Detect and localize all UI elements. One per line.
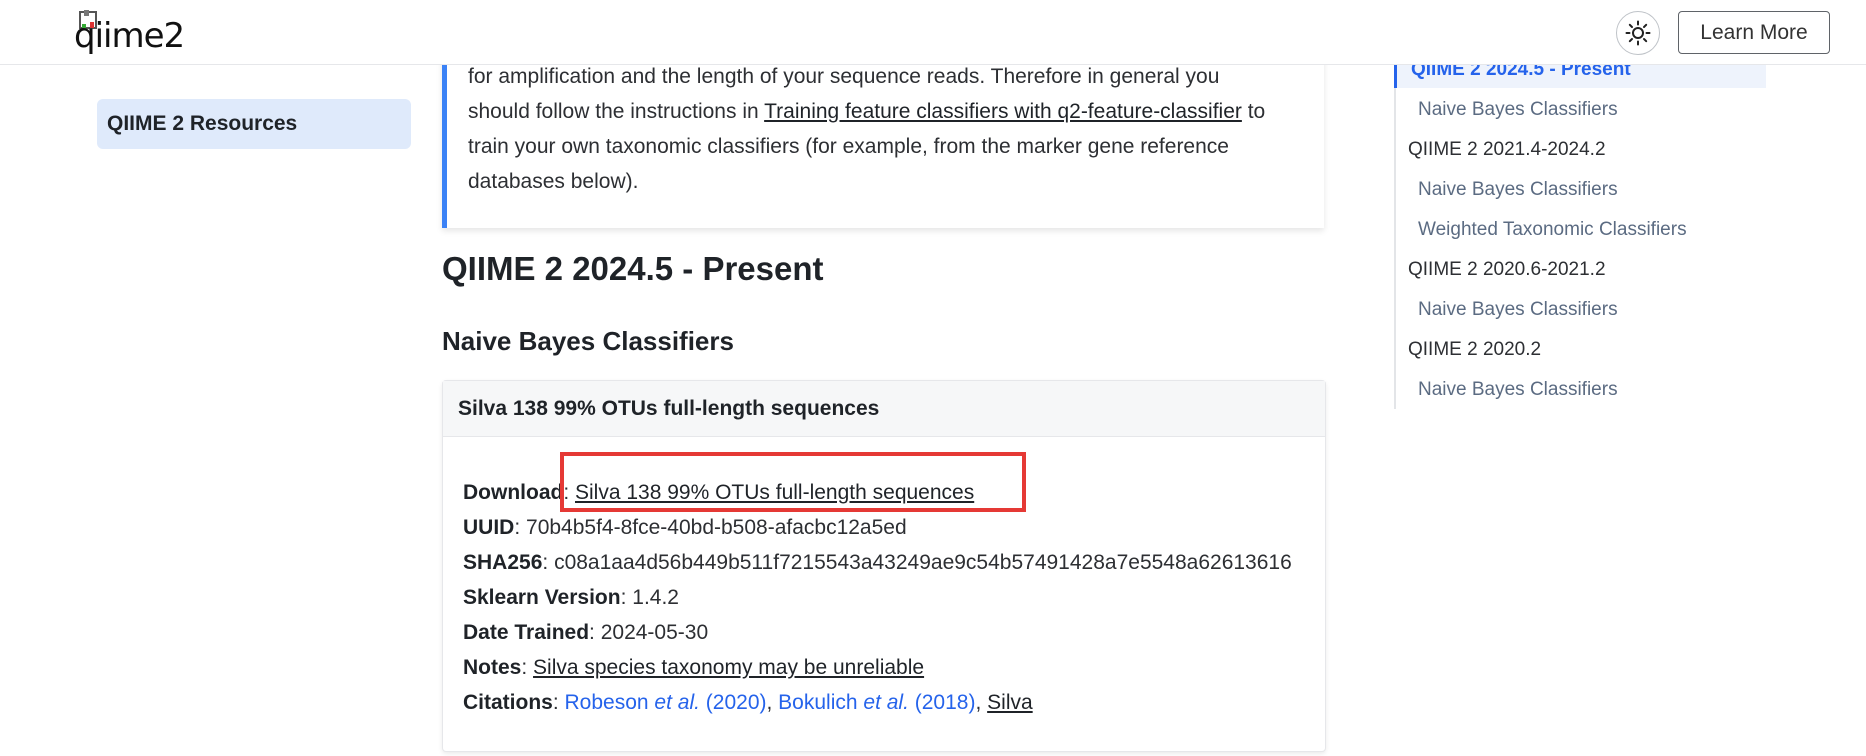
toc-item-naive-bayes-2020-2[interactable]: Naive Bayes Classifiers <box>1396 379 1618 401</box>
citation-silva-link[interactable]: Silva <box>987 691 1033 714</box>
sha256-row: SHA256: c08a1aa4d56b449b511f7215543a4324… <box>463 551 1292 574</box>
date-trained-value: 2024-05-30 <box>600 621 709 644</box>
classifier-card: Silva 138 99% OTUs full-length sequences… <box>442 380 1326 752</box>
note-line: databases below). <box>468 170 639 193</box>
sklearn-label: Sklearn Version <box>463 586 621 609</box>
note-text: for amplification and the length of your… <box>468 59 1308 199</box>
toc-item-2020-2[interactable]: QIIME 2 2020.2 <box>1396 339 1541 361</box>
sha256-value: c08a1aa4d56b449b511f7215543a43249ae9c54b… <box>554 551 1292 574</box>
uuid-row: UUID: 70b4b5f4-8fce-40bd-b508-afacbc12a5… <box>463 516 907 539</box>
citation-year: (2018) <box>908 691 976 714</box>
citation-etal: et al. <box>863 691 909 714</box>
toc-item-naive-bayes-2024[interactable]: Naive Bayes Classifiers <box>1396 99 1618 121</box>
citation-author: Bokulich <box>778 691 864 714</box>
top-navbar: qiime2 Learn More <box>0 0 1866 65</box>
citation-bokulich-link[interactable]: Bokulich et al. (2018) <box>778 691 975 714</box>
subsection-heading: Naive Bayes Classifiers <box>442 326 734 356</box>
section-heading: QIIME 2 2024.5 - Present <box>442 250 824 287</box>
table-of-contents: QIIME 2 2024.5 - Present Naive Bayes Cla… <box>1394 52 1768 409</box>
toc-item-2021-4-2024-2[interactable]: QIIME 2 2021.4-2024.2 <box>1396 139 1606 161</box>
silva-taxonomy-note-link[interactable]: Silva species taxonomy may be unreliable <box>533 656 924 679</box>
card-title: Silva 138 99% OTUs full-length sequences <box>443 381 1325 437</box>
qiime2-logo[interactable]: qiime2 <box>72 8 185 56</box>
logo-text: qiime2 <box>74 16 185 56</box>
sidebar-item-label: QIIME 2 Resources <box>107 112 298 135</box>
citations-label: Citations <box>463 691 553 714</box>
citation-robeson-link[interactable]: Robeson et al. (2020) <box>565 691 767 714</box>
card-body: Download: Silva 138 99% OTUs full-length… <box>463 475 1313 720</box>
toc-item-naive-bayes-2020-6[interactable]: Naive Bayes Classifiers <box>1396 299 1618 321</box>
notes-label: Notes <box>463 656 522 679</box>
toc-item-naive-bayes-2021[interactable]: Naive Bayes Classifiers <box>1396 179 1618 201</box>
sklearn-value: 1.4.2 <box>632 586 679 609</box>
note-text-span: should follow the instructions in <box>468 100 765 123</box>
citation-etal: et al. <box>654 691 700 714</box>
download-row: Download: Silva 138 99% OTUs full-length… <box>463 481 975 504</box>
sklearn-row: Sklearn Version: 1.4.2 <box>463 586 679 609</box>
citations-row: Citations: Robeson et al. (2020), Bokuli… <box>463 691 1033 714</box>
download-label: Download <box>463 481 564 504</box>
citation-author: Robeson <box>564 691 655 714</box>
sun-icon <box>1625 20 1651 46</box>
download-link[interactable]: Silva 138 99% OTUs full-length sequences <box>575 481 974 504</box>
uuid-label: UUID <box>463 516 515 539</box>
uuid-value: 70b4b5f4-8fce-40bd-b508-afacbc12a5ed <box>526 516 907 539</box>
theme-toggle-button[interactable] <box>1616 11 1660 55</box>
sidebar-item-qiime2-resources[interactable]: QIIME 2 Resources <box>97 99 411 149</box>
toc-item-2020-6-2021-2[interactable]: QIIME 2 2020.6-2021.2 <box>1396 259 1606 281</box>
citation-year: (2020) <box>699 691 767 714</box>
training-classifiers-link[interactable]: Training feature classifiers with q2-fea… <box>764 100 1242 123</box>
sha256-label: SHA256 <box>463 551 543 574</box>
note-text-span: to <box>1241 100 1266 123</box>
note-line: should follow the instructions in Traini… <box>468 94 1308 129</box>
date-trained-row: Date Trained: 2024-05-30 <box>463 621 709 644</box>
note-line: train your own taxonomic classifiers (fo… <box>468 135 1229 158</box>
notes-row: Notes: Silva species taxonomy may be unr… <box>463 656 925 679</box>
toc-item-weighted-classifiers[interactable]: Weighted Taxonomic Classifiers <box>1396 219 1687 241</box>
date-trained-label: Date Trained <box>463 621 590 644</box>
learn-more-button[interactable]: Learn More <box>1678 11 1830 54</box>
